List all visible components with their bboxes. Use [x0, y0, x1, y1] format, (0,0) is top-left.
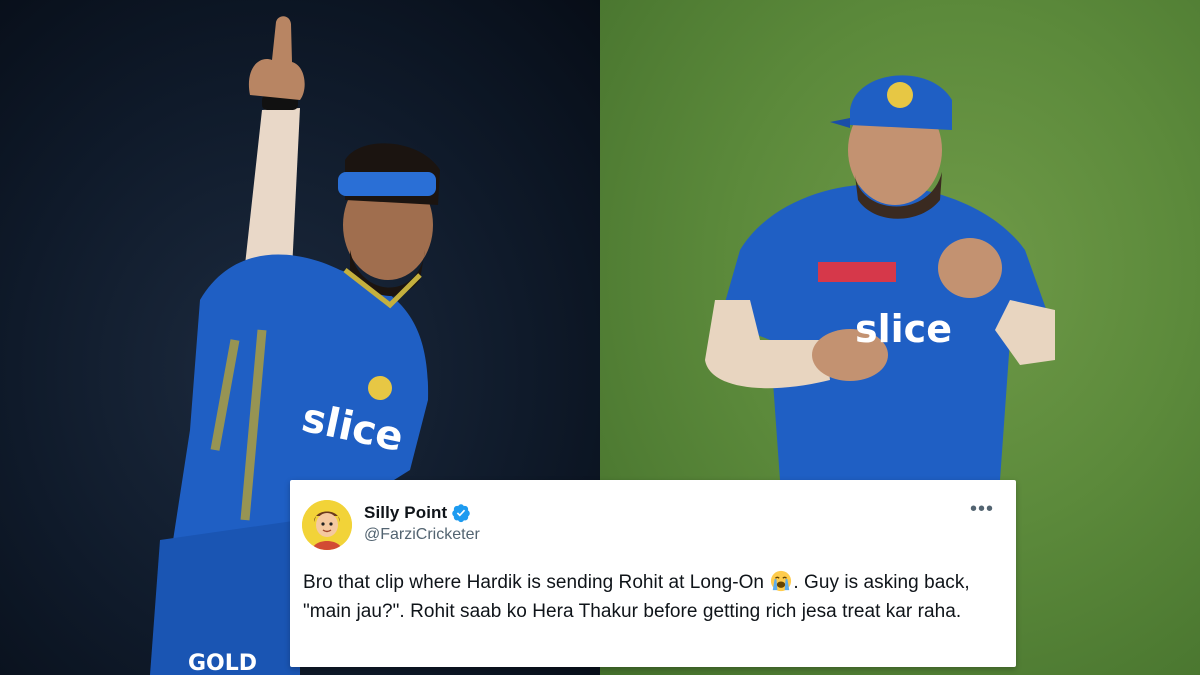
tweet-card: Silly Point @FarziCricketer ••• Bro that… [290, 480, 1016, 667]
display-name-row: Silly Point [364, 503, 480, 523]
tweet-text-part1: Bro that clip where Hardik is sending Ro… [303, 572, 765, 593]
cartoon-avatar-icon [302, 500, 352, 550]
display-name[interactable]: Silly Point [364, 503, 447, 523]
more-options-icon[interactable]: ••• [970, 499, 994, 519]
avatar[interactable] [302, 500, 352, 550]
tweet-text: Bro that clip where Hardik is sending Ro… [302, 568, 994, 626]
tweet-author: Silly Point @FarziCricketer [364, 500, 480, 544]
right-jersey-sponsor: slice [855, 307, 952, 351]
loudly-crying-face-icon [770, 570, 792, 592]
verified-badge-icon [451, 503, 471, 523]
tweet-header: Silly Point @FarziCricketer ••• [302, 499, 994, 554]
left-jersey-bottom-text: GOLD [188, 651, 257, 675]
user-handle[interactable]: @FarziCricketer [364, 526, 480, 544]
